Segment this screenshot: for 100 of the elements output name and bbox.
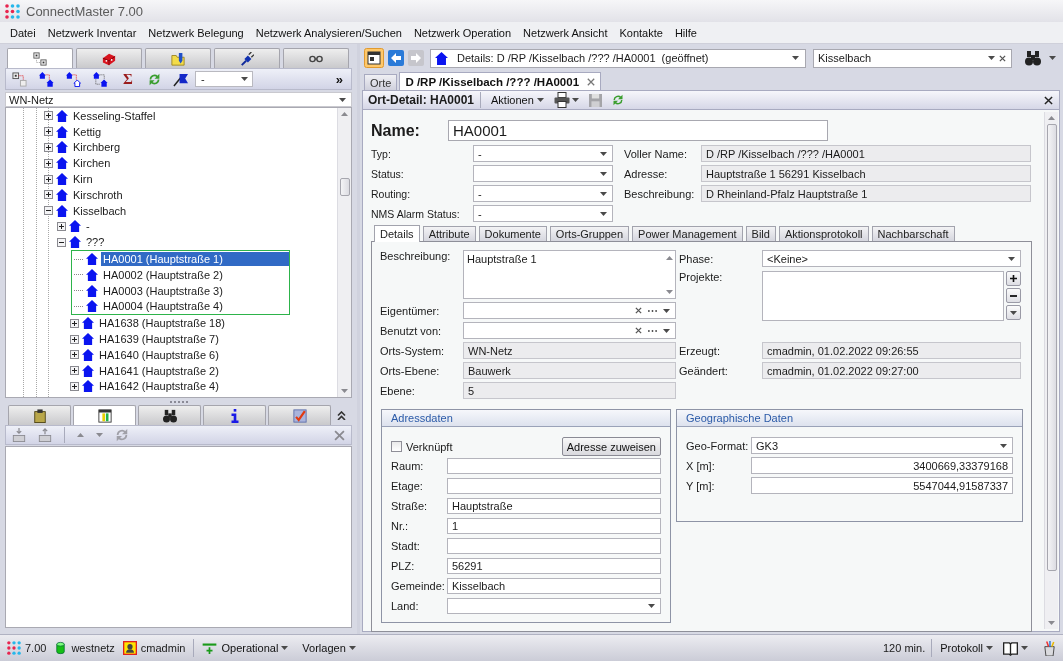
down-arrow-icon[interactable] [96,433,103,437]
house-link-icon[interactable] [66,71,81,87]
search-field[interactable]: Kisselbach [813,48,1012,68]
vertical-scrollbar[interactable] [337,108,351,397]
caret-icon[interactable] [1000,443,1007,448]
tab[interactable] [214,48,280,68]
caret-icon[interactable] [600,171,607,176]
scrollbar-thumb[interactable] [1046,124,1057,571]
clear-icon[interactable] [999,54,1006,62]
input-field[interactable]: 56291 [447,558,661,574]
checkbox[interactable] [391,441,402,452]
dropdown-field[interactable]: - [473,205,613,222]
ellipsis-icon[interactable] [648,329,657,332]
down-arrow-icon[interactable] [1048,621,1055,625]
network-dropdown[interactable]: WN-Netz [5,92,352,107]
caret-icon[interactable] [281,646,289,650]
input-field[interactable]: Hauptstraße [447,498,661,514]
filter-dropdown[interactable]: - [195,71,253,87]
caret-icon[interactable] [571,98,579,102]
dropdown-field[interactable] [473,165,613,182]
tab[interactable] [8,405,71,425]
binoculars-icon[interactable] [1025,50,1041,66]
scrollbar-thumb[interactable] [339,178,350,196]
flag-icon[interactable] [173,71,188,87]
menu-button[interactable] [1006,305,1021,320]
printer-icon[interactable] [553,92,570,108]
tab[interactable] [138,405,201,425]
tree-item[interactable]: ??? [84,235,107,250]
mode-dropdown[interactable]: Operational [221,642,289,654]
more-button[interactable]: » [327,71,351,87]
caret-icon[interactable] [600,211,607,216]
caret-icon[interactable] [536,98,544,102]
tab[interactable] [203,405,266,425]
menu-item[interactable]: Netzwerk Belegung [142,23,250,42]
tree-item[interactable]: Kesseling-Staffel [71,108,158,123]
up-arrow-icon[interactable] [1048,116,1055,120]
caret-icon[interactable] [348,646,356,650]
remove-button[interactable] [1006,288,1021,303]
caret-icon[interactable] [988,56,995,60]
menu-item[interactable]: Netzwerk Ansicht [517,23,614,42]
collapse-icon[interactable] [57,237,66,247]
vertical-scrollbar[interactable] [1044,112,1058,629]
menu-item[interactable]: Hilfe [668,23,703,42]
expand-icon[interactable] [70,334,79,344]
book-icon[interactable] [1003,640,1018,656]
window-icon[interactable] [364,48,384,68]
up-arrow-icon[interactable] [341,112,348,116]
templates-dropdown[interactable]: Vorlagen [302,642,356,654]
expand-icon[interactable] [44,111,53,121]
linked-squares-icon[interactable] [12,71,27,87]
tab[interactable]: Bild [745,226,776,241]
house-branch-icon[interactable] [93,71,108,87]
caret-icon[interactable] [1008,256,1015,261]
expand-icon[interactable] [44,174,53,184]
tree-item[interactable]: Kirchberg [71,140,123,155]
dropdown-field[interactable] [447,598,661,614]
tree-item[interactable]: HA0001 (Hauptstraße 1) [101,252,289,267]
menu-item[interactable]: Netzwerk Inventar [41,23,143,42]
log-dropdown[interactable]: Protokoll [940,642,993,654]
number-field[interactable]: 5547044,91587337 [751,477,1013,494]
expand-icon[interactable] [44,143,53,152]
tree-item[interactable]: Kettig [71,124,104,139]
tree-item[interactable]: Kirn [71,172,95,187]
caret-icon[interactable] [663,328,670,333]
down-arrow-icon[interactable] [665,290,673,294]
up-arrow-icon[interactable] [665,256,673,260]
back-arrow-icon[interactable] [388,50,404,66]
caret-icon[interactable] [600,151,607,156]
sum-button[interactable]: Σ [120,71,136,87]
tree-item[interactable]: HA1639 (Hauptstraße 7) [97,332,221,347]
input-field[interactable] [447,458,661,474]
clear-icon[interactable] [635,327,642,334]
dropdown-field[interactable]: <Keine> [762,250,1021,267]
number-field[interactable]: 3400669,33379168 [751,457,1013,474]
document-tab[interactable]: Orte [364,74,398,90]
up-arrow-icon[interactable] [77,433,84,437]
house-pair-icon[interactable] [39,71,54,87]
close-icon[interactable] [1044,95,1053,105]
input-field[interactable]: Kisselbach [447,578,661,594]
tree-item[interactable]: HA1640 (Hauptstraße 6) [97,347,221,362]
input-field[interactable] [447,538,661,554]
tab[interactable]: Aktionsprotokoll [778,226,869,241]
expand-icon[interactable] [44,158,53,168]
insert-above-icon[interactable] [12,428,26,442]
menu-item[interactable]: Netzwerk Analysieren/Suchen [249,23,408,42]
address-dropdown[interactable]: Details: D /RP /Kisselbach /??? /HA0001 (geöffnet) [430,48,806,68]
menu-item[interactable]: Netzwerk Operation [407,23,518,42]
add-button[interactable] [1006,271,1021,286]
caret-icon[interactable] [792,56,799,60]
tab[interactable]: Dokumente [478,226,547,241]
refresh-icon[interactable] [611,94,624,106]
caret-icon[interactable] [339,97,346,102]
tab[interactable]: Attribute [422,226,476,241]
caret-icon[interactable] [600,191,607,196]
ellipsis-icon[interactable] [648,309,657,312]
name-field[interactable]: HA0001 [448,120,828,141]
expand-icon[interactable] [44,190,53,200]
caret-icon[interactable] [663,308,670,313]
insert-below-icon[interactable] [38,428,52,442]
caret-icon[interactable] [1021,646,1028,650]
